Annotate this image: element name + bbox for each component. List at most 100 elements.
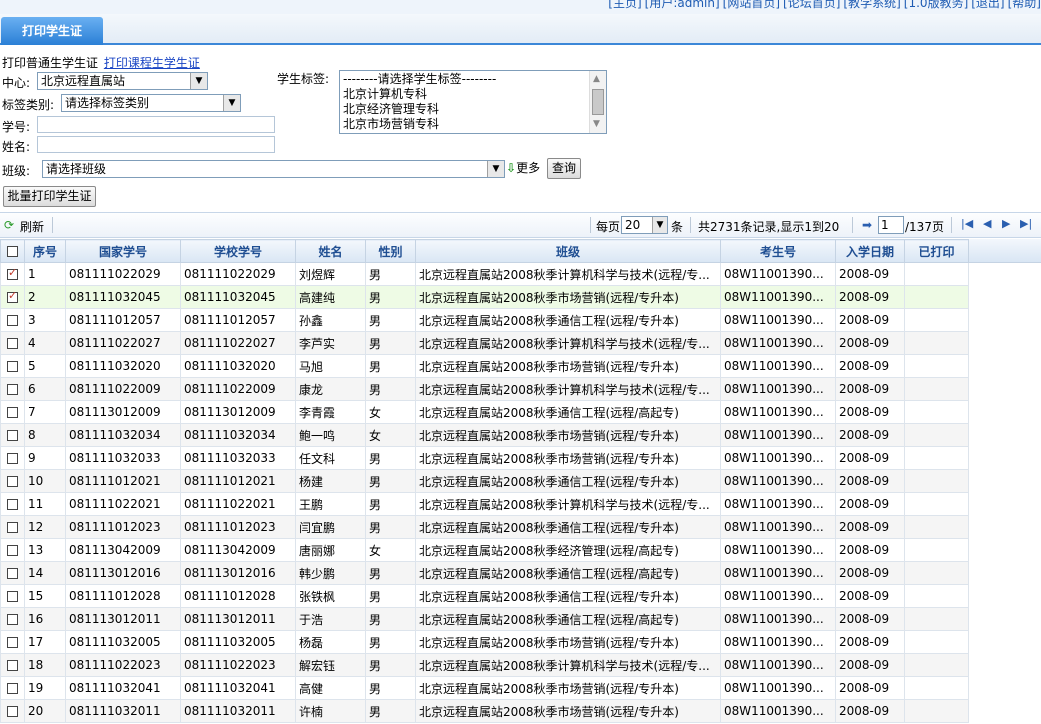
- top-link[interactable]: [退出]: [971, 0, 1004, 10]
- select-all-checkbox[interactable]: [0, 239, 25, 263]
- gender: 男: [365, 262, 416, 286]
- tag-option[interactable]: 北京计算机专科: [343, 87, 606, 102]
- row-checkbox[interactable]: [0, 515, 25, 539]
- row-checkbox[interactable]: [0, 331, 25, 355]
- class-name: 北京远程直属站2008秋季通信工程(远程/高起专): [415, 607, 721, 631]
- tag-option[interactable]: --------请选择学生标签--------: [343, 72, 606, 87]
- table-row[interactable]: 4 081111022027 081111022027 李芦实男北京远程直属站2008…: [0, 331, 969, 355]
- row-checkbox[interactable]: [0, 538, 25, 562]
- refresh-icon[interactable]: ⟳: [4, 218, 14, 232]
- go-arrow-icon[interactable]: ➡: [862, 218, 872, 232]
- col-header[interactable]: 已打印: [904, 239, 969, 263]
- student-tag-listbox[interactable]: --------请选择学生标签-------- 北京计算机专科 北京经济管理专科…: [339, 70, 607, 134]
- page-input[interactable]: 1: [878, 216, 904, 234]
- table-row[interactable]: 12 081111012023 081111012023 闫宜鹏男北京远程直属站200…: [0, 515, 969, 539]
- table-row[interactable]: 19 081111032041 081111032041 高健男北京远程直属站2008…: [0, 676, 969, 700]
- row-checkbox[interactable]: [0, 354, 25, 378]
- class-name: 北京远程直属站2008秋季通信工程(远程/专升本): [415, 584, 721, 608]
- col-header[interactable]: 姓名: [295, 239, 366, 263]
- table-row[interactable]: 9 081111032033 081111032033 任文科男北京远程直属站2008…: [0, 446, 969, 470]
- printed-status: [904, 400, 969, 424]
- tab-print-student-card[interactable]: 打印学生证: [1, 17, 103, 45]
- row-checkbox[interactable]: [0, 630, 25, 654]
- scroll-up-icon[interactable]: ▲: [593, 72, 600, 87]
- class-select[interactable]: 请选择班级 ▼: [42, 160, 505, 178]
- row-checkbox[interactable]: [0, 377, 25, 401]
- col-header[interactable]: 入学日期: [835, 239, 905, 263]
- row-checkbox[interactable]: [0, 561, 25, 585]
- query-button[interactable]: 查询: [547, 158, 581, 179]
- row-checkbox[interactable]: [0, 423, 25, 447]
- enroll-date: 2008-09: [835, 262, 905, 286]
- col-header[interactable]: 考生号: [720, 239, 836, 263]
- top-link[interactable]: [网站首页]: [723, 0, 780, 10]
- row-checkbox[interactable]: [0, 262, 25, 286]
- table-row[interactable]: 1081111022029081111022029刘煜辉男北京远程直属站2008…: [0, 262, 969, 286]
- row-checkbox[interactable]: [0, 492, 25, 516]
- row-checkbox[interactable]: [0, 469, 25, 493]
- col-header[interactable]: 班级: [415, 239, 721, 263]
- row-checkbox[interactable]: [0, 584, 25, 608]
- table-row[interactable]: 16 081113012011 081113012011 于浩男北京远程直属站2008…: [0, 607, 969, 631]
- scroll-down-icon[interactable]: ▼: [593, 117, 600, 132]
- center-select[interactable]: 北京远程直属站 ▼: [37, 72, 208, 90]
- first-page-icon[interactable]: |◀: [961, 217, 973, 230]
- table-row[interactable]: 7 081113012009 081113012009 李青霞女北京远程直属站2008…: [0, 400, 969, 424]
- table-row[interactable]: 3 081111012057 081111012057 孙鑫男北京远程直属站2008秋…: [0, 308, 969, 332]
- tag-option[interactable]: 北京市场营销专科: [343, 117, 606, 132]
- row-checkbox[interactable]: [0, 699, 25, 723]
- refresh-button[interactable]: 刷新: [20, 218, 44, 235]
- tag-type-select[interactable]: 请选择标签类别 ▼: [61, 94, 241, 112]
- top-link[interactable]: [用户:admin]: [645, 0, 720, 10]
- class-name: 北京远程直属站2008秋季市场营销(远程/专升本): [415, 354, 721, 378]
- listbox-scrollbar[interactable]: ▲ ▼: [589, 71, 606, 133]
- table-row[interactable]: 14 081113012016 081113012016 韩少鹏男北京远程直属站200…: [0, 561, 969, 585]
- top-link[interactable]: [教学系统]: [843, 0, 900, 10]
- top-link[interactable]: [论坛首页]: [783, 0, 840, 10]
- table-row[interactable]: 20 081111032011 081111032011 许楠男北京远程直属站2008…: [0, 699, 969, 723]
- school-id: 081111012021: [180, 469, 296, 493]
- scroll-thumb[interactable]: [592, 89, 604, 115]
- row-checkbox[interactable]: [0, 446, 25, 470]
- more-toggle[interactable]: ⇩更多: [506, 159, 540, 176]
- print-course-link[interactable]: 打印课程生学生证: [104, 56, 200, 70]
- table-row[interactable]: 2081111032045081111032045高建纯男北京远程直属站2008…: [0, 285, 969, 309]
- batch-print-button[interactable]: 批量打印学生证: [3, 186, 96, 207]
- col-header[interactable]: 学校学号: [180, 239, 296, 263]
- top-link[interactable]: [1.0版教务]: [904, 0, 968, 10]
- prev-page-icon[interactable]: ◀: [983, 217, 991, 230]
- row-checkbox[interactable]: [0, 400, 25, 424]
- enroll-date: 2008-09: [835, 676, 905, 700]
- top-link[interactable]: [帮助]: [1008, 0, 1041, 10]
- table-row[interactable]: 5 081111032020 081111032020 马旭男北京远程直属站2008秋…: [0, 354, 969, 378]
- last-page-icon[interactable]: ▶|: [1020, 217, 1032, 230]
- enroll-date: 2008-09: [835, 699, 905, 723]
- next-page-icon[interactable]: ▶: [1002, 217, 1010, 230]
- stuno-input[interactable]: [37, 116, 275, 133]
- top-link[interactable]: [主页]: [608, 0, 641, 10]
- table-row[interactable]: 18 081111022023 081111022023 解宏钰男北京远程直属站200…: [0, 653, 969, 677]
- per-page-select[interactable]: 20 ▼: [621, 216, 668, 234]
- table-row[interactable]: 10 081111012021 081111012021 杨建男北京远程直属站2008…: [0, 469, 969, 493]
- row-checkbox[interactable]: [0, 285, 25, 309]
- toolbar-divider: [852, 217, 853, 233]
- col-header[interactable]: 序号: [24, 239, 66, 263]
- col-header[interactable]: 国家学号: [65, 239, 181, 263]
- table-row[interactable]: 17 081111032005 081111032005 杨磊男北京远程直属站2008…: [0, 630, 969, 654]
- row-checkbox[interactable]: [0, 607, 25, 631]
- table-row[interactable]: 6 081111022009 081111022009 康龙男北京远程直属站2008秋…: [0, 377, 969, 401]
- row-checkbox[interactable]: [0, 308, 25, 332]
- tag-option[interactable]: 北京经济管理专科: [343, 102, 606, 117]
- student-name: 于浩: [295, 607, 366, 631]
- table-row[interactable]: 15 081111012028 081111012028 张铁枫男北京远程直属站200…: [0, 584, 969, 608]
- table-row[interactable]: 13 081113042009 081113042009 唐丽娜女北京远程直属站200…: [0, 538, 969, 562]
- col-header[interactable]: 性别: [365, 239, 416, 263]
- row-number: 8: [24, 423, 66, 447]
- name-input[interactable]: [37, 136, 275, 153]
- row-checkbox[interactable]: [0, 653, 25, 677]
- table-row[interactable]: 8 081111032034 081111032034 鲍一鸣女北京远程直属站2008…: [0, 423, 969, 447]
- student-name: 孙鑫: [295, 308, 366, 332]
- row-checkbox[interactable]: [0, 676, 25, 700]
- student-name: 韩少鹏: [295, 561, 366, 585]
- table-row[interactable]: 11 081111022021 081111022021 王鹏男北京远程直属站2008…: [0, 492, 969, 516]
